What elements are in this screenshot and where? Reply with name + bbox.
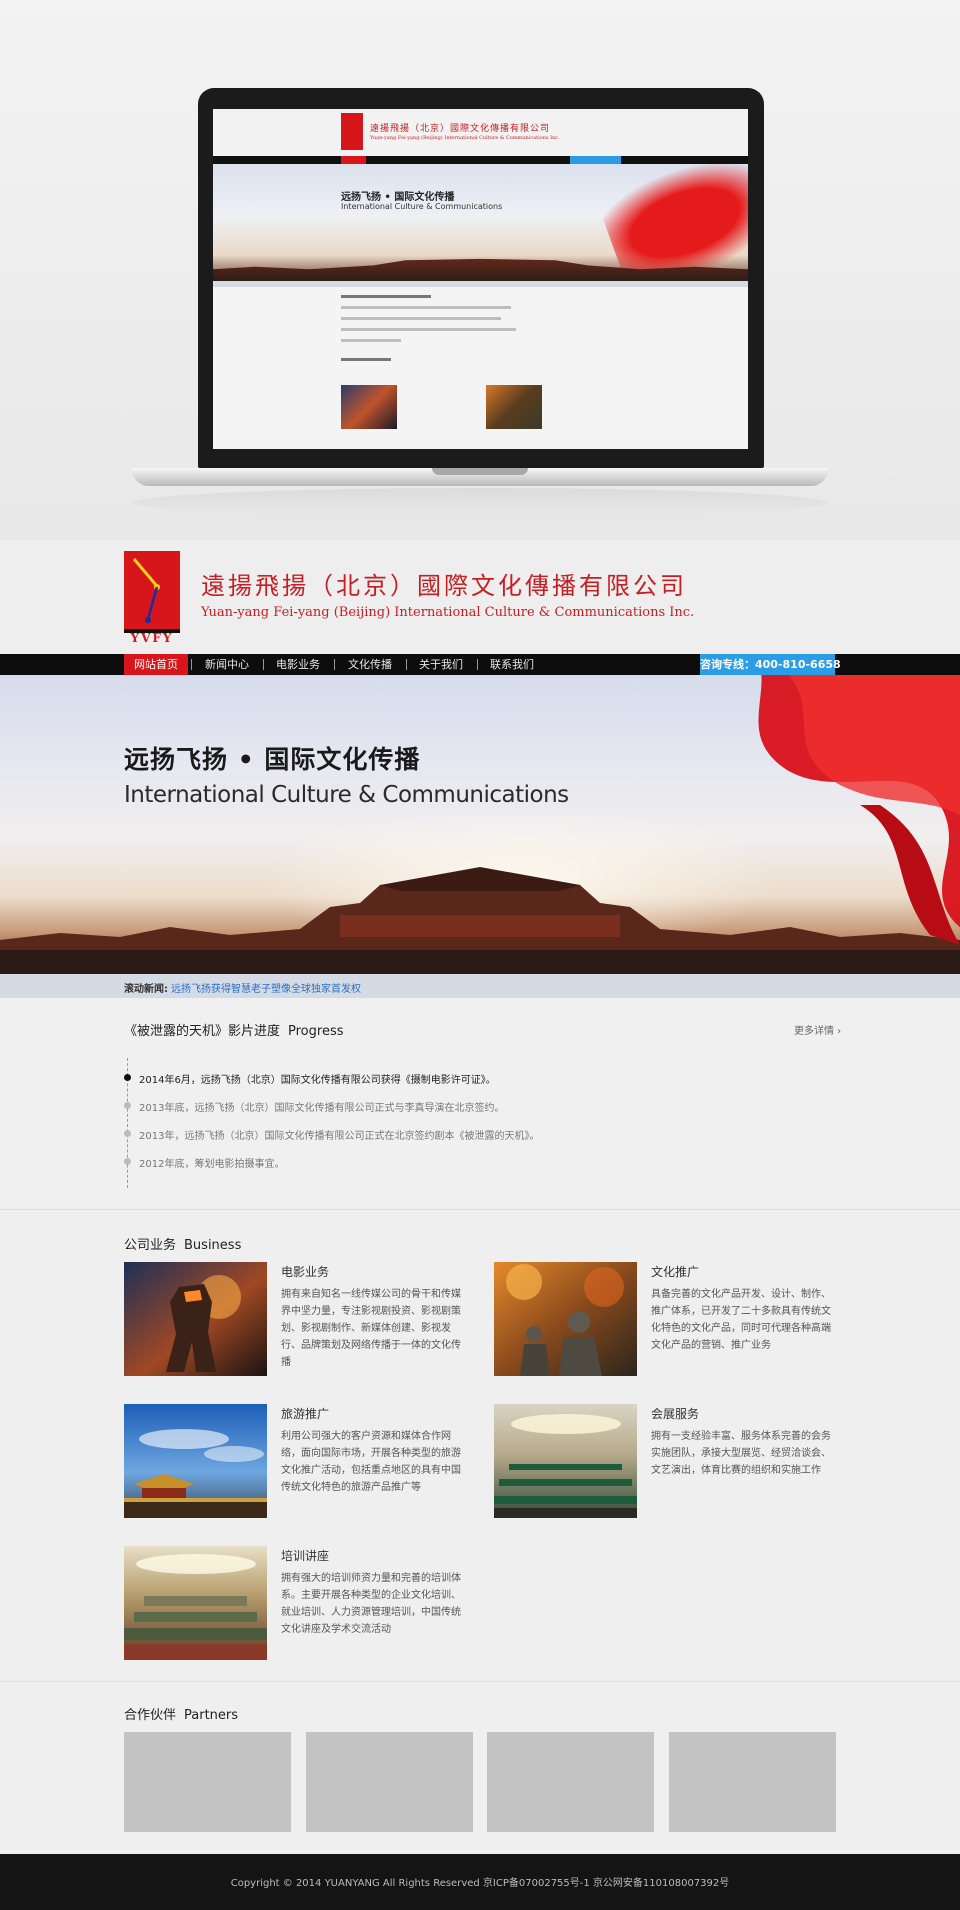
business-heading: 公司业务 Business bbox=[124, 1234, 241, 1253]
logo-emblem bbox=[124, 551, 180, 629]
preview-hotline bbox=[570, 156, 621, 164]
preview-body-lines bbox=[341, 295, 621, 369]
biz-desc-tourism: 利用公司强大的客户资源和媒体合作网络，面向国际市场，开展各种类型的旅游文化推广活… bbox=[281, 1431, 461, 1493]
nav-news[interactable]: 新闻中心 bbox=[198, 654, 256, 675]
biz-title-film[interactable]: 电影业务 bbox=[281, 1263, 329, 1280]
lecture-hall-icon bbox=[124, 1546, 267, 1660]
preview-ribbon-shape bbox=[593, 164, 748, 281]
nav-film[interactable]: 电影业务 bbox=[269, 654, 327, 675]
preview-line bbox=[341, 317, 501, 320]
conference-hall-icon bbox=[494, 1404, 637, 1518]
preview-ticker bbox=[213, 281, 748, 287]
preview-navbar bbox=[213, 156, 748, 164]
logo-clock-icon bbox=[132, 558, 160, 623]
preview-line bbox=[341, 306, 511, 309]
preview-banner-subtitle: International Culture & Communications bbox=[341, 202, 503, 211]
timeline-item[interactable]: 2012年底，筹划电影拍摄事宜。 bbox=[139, 1155, 284, 1170]
preview-thumb-culture bbox=[486, 385, 542, 429]
partners-title-en: Partners bbox=[184, 1708, 239, 1723]
nav-home[interactable]: 网站首页 bbox=[124, 654, 188, 675]
timeline-item[interactable]: 2013年底，远扬飞扬（北京）国际文化传播有限公司正式与李真导演在北京签约。 bbox=[139, 1099, 504, 1114]
nav-separator bbox=[406, 659, 407, 670]
biz-title-convention[interactable]: 会展服务 bbox=[651, 1405, 699, 1422]
logo-letters: YVFY bbox=[130, 631, 174, 645]
biz-desc-culture: 具备完善的文化产品开发、设计、制作、推广体系，已开发了二十多款具有传统文化特色的… bbox=[651, 1289, 831, 1351]
convention-thumbnail[interactable] bbox=[494, 1404, 637, 1518]
preview-banner: 远扬飞扬 • 国际文化传播 International Culture & Co… bbox=[213, 164, 748, 281]
nav-contact[interactable]: 联系我们 bbox=[483, 654, 541, 675]
progress-heading: 《被泄露的天机》影片进度 Progress bbox=[124, 1020, 344, 1039]
preview-line bbox=[341, 328, 516, 331]
preview-header: 遠揚飛揚（北京）國際文化傳播有限公司 Yuan-yang Fei-yang (B… bbox=[213, 109, 748, 156]
laptop-reflection bbox=[132, 488, 828, 518]
partner-logo-slot[interactable] bbox=[669, 1732, 836, 1832]
preview-banner-title: 远扬飞扬 • 国际文化传播 bbox=[341, 192, 455, 203]
timeline-dot bbox=[124, 1130, 131, 1137]
biz-desc-training: 拥有强大的培训师资力量和完善的培训体系。主要开展各种类型的企业文化培训、就业培训… bbox=[281, 1573, 461, 1635]
red-ribbon-icon bbox=[758, 675, 960, 945]
nav-separator bbox=[263, 659, 264, 670]
company-subtitle: Yuan-yang Fei-yang (Beijing) Internation… bbox=[201, 605, 695, 620]
hotline-badge[interactable]: 咨询专线：400-810-6658 bbox=[700, 654, 841, 675]
company-title: 遠揚飛揚（北京）國際文化傳播有限公司 bbox=[201, 572, 687, 600]
progress-title: 《被泄露的天机》影片进度 bbox=[124, 1024, 281, 1039]
timeline-dot bbox=[124, 1102, 131, 1109]
biz-desc-convention: 拥有一支经验丰富、服务体系完善的会务实施团队，承接大型展览、经贸洽谈会、文艺演出… bbox=[651, 1431, 831, 1476]
culture-thumbnail[interactable] bbox=[494, 1262, 637, 1376]
partner-logo-slot[interactable] bbox=[487, 1732, 654, 1832]
partners-title: 合作伙伴 bbox=[124, 1708, 177, 1723]
hero-banner: 远扬飞扬 • 国际文化传播 International Culture & Co… bbox=[0, 675, 960, 974]
nav-about[interactable]: 关于我们 bbox=[412, 654, 470, 675]
laptop-screen-preview: 遠揚飛揚（北京）國際文化傳播有限公司 Yuan-yang Fei-yang (B… bbox=[213, 109, 748, 449]
robot-poster-icon bbox=[124, 1262, 267, 1376]
ticker-label: 滚动新闻: bbox=[124, 984, 168, 995]
copyright-text: Copyright © 2014 YUANYANG All Rights Res… bbox=[230, 1878, 730, 1889]
training-thumbnail[interactable] bbox=[124, 1546, 267, 1660]
more-details-link[interactable]: 更多详情 › bbox=[794, 1022, 841, 1037]
ticker-link[interactable]: 远扬飞扬获得智慧老子塑像全球独家首发权 bbox=[171, 980, 361, 995]
preview-line bbox=[341, 358, 391, 361]
banner-subtitle: International Culture & Communications bbox=[124, 782, 569, 808]
timeline-dot bbox=[124, 1074, 131, 1081]
nav-separator bbox=[191, 659, 192, 670]
business-title: 公司业务 bbox=[124, 1238, 177, 1253]
forbidden-city-icon bbox=[124, 1404, 267, 1518]
news-ticker: 滚动新闻: 远扬飞扬获得智慧老子塑像全球独家首发权 bbox=[0, 974, 960, 998]
timeline-dot bbox=[124, 1158, 131, 1165]
preview-line bbox=[341, 295, 431, 298]
partner-logo-slot[interactable] bbox=[124, 1732, 291, 1832]
company-logo[interactable]: YVFY bbox=[124, 551, 180, 645]
nav-culture[interactable]: 文化传播 bbox=[341, 654, 399, 675]
preview-company-subtitle: Yuan-yang Fei-yang (Beijing) Internation… bbox=[370, 135, 560, 141]
biz-desc-film: 拥有来自知名一线传媒公司的骨干和传媒界中坚力量，专注影视剧投资、影视剧策划、影视… bbox=[281, 1289, 461, 1368]
movie-thumbnail[interactable] bbox=[124, 1262, 267, 1376]
preview-thumb-movie bbox=[341, 385, 397, 429]
buddha-statue-icon bbox=[494, 1262, 637, 1376]
site-footer: Copyright © 2014 YUANYANG All Rights Res… bbox=[0, 1854, 960, 1910]
preview-company-title: 遠揚飛揚（北京）國際文化傳播有限公司 bbox=[370, 124, 551, 134]
nav-separator bbox=[334, 659, 335, 670]
partner-logo-slot[interactable] bbox=[306, 1732, 473, 1832]
nav-separator bbox=[477, 659, 478, 670]
preview-nav-active bbox=[341, 156, 366, 164]
banner-title: 远扬飞扬 • 国际文化传播 bbox=[124, 745, 421, 774]
biz-title-tourism[interactable]: 旅游推广 bbox=[281, 1405, 329, 1422]
laptop-notch bbox=[432, 468, 528, 475]
biz-title-training[interactable]: 培训讲座 bbox=[281, 1547, 329, 1564]
timeline-item[interactable]: 2014年6月，远扬飞扬（北京）国际文化传播有限公司获得《摄制电影许可证》。 bbox=[139, 1071, 496, 1086]
progress-title-en: Progress bbox=[288, 1024, 344, 1039]
preview-logo bbox=[341, 113, 363, 150]
preview-line bbox=[341, 339, 401, 342]
tourism-thumbnail[interactable] bbox=[124, 1404, 267, 1518]
business-title-en: Business bbox=[184, 1238, 242, 1253]
timeline-item[interactable]: 2013年，远扬飞扬（北京）国际文化传播有限公司正式在北京签约剧本《被泄露的天机… bbox=[139, 1127, 539, 1142]
partners-heading: 合作伙伴 Partners bbox=[124, 1704, 238, 1723]
biz-title-culture[interactable]: 文化推广 bbox=[651, 1263, 699, 1280]
